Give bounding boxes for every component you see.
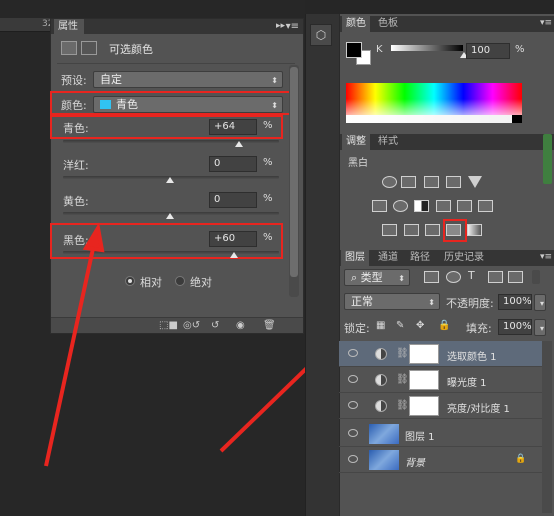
- opacity-input[interactable]: 100%: [498, 294, 532, 310]
- layer-mask-thumbnail[interactable]: [409, 370, 439, 390]
- adjustments-tabbar: [340, 134, 554, 150]
- layer-mask-thumbnail[interactable]: [409, 396, 439, 416]
- lock-label: 锁定:: [344, 322, 370, 335]
- gradient-map-icon[interactable]: [467, 224, 482, 236]
- vibrance-icon[interactable]: [468, 176, 482, 188]
- k-slider-track[interactable]: [391, 45, 463, 51]
- visibility-eye-icon[interactable]: [348, 429, 358, 437]
- adjustment-current: 黑白: [348, 158, 368, 169]
- lock-transparent-icon[interactable]: ▦: [376, 320, 385, 331]
- channel-mixer-icon[interactable]: [457, 200, 472, 212]
- fill-dropdown[interactable]: ▾: [534, 319, 546, 336]
- layer-row[interactable]: 图层 1: [339, 421, 542, 447]
- tab-swatches[interactable]: 色板: [374, 16, 402, 32]
- blend-mode-dropdown[interactable]: 正常 ⬍: [344, 293, 440, 310]
- foreground-color-swatch[interactable]: [346, 42, 362, 58]
- dropdown-arrow-icon: ⬍: [398, 274, 405, 283]
- filter-adjustment-icon[interactable]: [446, 271, 461, 283]
- layer-row[interactable]: ⛓ 选取颜色 1: [339, 341, 542, 367]
- panel-menu-icon[interactable]: ▾≡: [540, 252, 552, 262]
- k-unit: %: [515, 44, 525, 55]
- filter-toggle[interactable]: [532, 270, 540, 284]
- layer-row[interactable]: 背景 🔒: [339, 447, 542, 473]
- layer-thumbnail[interactable]: [369, 424, 399, 444]
- adjustment-layer-icon: [375, 348, 387, 360]
- chevron-down-icon: ▾: [539, 324, 544, 333]
- filter-pixel-icon[interactable]: [424, 271, 439, 283]
- threshold-icon[interactable]: [425, 224, 440, 236]
- color-balance-icon[interactable]: [393, 200, 408, 212]
- k-value-input[interactable]: 100: [466, 43, 510, 59]
- link-icon[interactable]: ⛓: [396, 400, 409, 411]
- dock-topbar: [305, 0, 339, 14]
- black-swatch[interactable]: [512, 115, 522, 123]
- visibility-eye-icon[interactable]: [348, 349, 358, 357]
- tab-adjustments[interactable]: 调整: [342, 134, 370, 150]
- highlight-box-selective-color: [443, 219, 467, 242]
- curves-icon[interactable]: [424, 176, 439, 188]
- layer-name[interactable]: 选取颜色 1: [447, 348, 497, 363]
- tab-history[interactable]: 历史记录: [440, 250, 488, 266]
- lock-move-icon[interactable]: ✥: [416, 320, 424, 331]
- 3d-panel-icon[interactable]: ⬡: [310, 24, 332, 46]
- opacity-label: 不透明度:: [446, 297, 494, 310]
- visibility-eye-icon[interactable]: [348, 375, 358, 383]
- layer-filter-dropdown[interactable]: ⌕ 类型 ⬍: [344, 269, 410, 286]
- posterize-icon[interactable]: [404, 224, 419, 236]
- fill-label: 填充:: [466, 322, 492, 335]
- layer-name[interactable]: 曝光度 1: [447, 374, 487, 389]
- panel-dock-strip: [305, 0, 339, 516]
- filter-value: 类型: [360, 271, 383, 284]
- tab-channels[interactable]: 通道: [374, 250, 402, 266]
- color-panel-tabbar: [340, 16, 554, 32]
- white-ramp[interactable]: [346, 115, 512, 123]
- adjustment-layer-icon: [375, 374, 387, 386]
- fill-input[interactable]: 100%: [498, 319, 532, 335]
- layer-name[interactable]: 图层 1: [405, 428, 435, 443]
- filter-smart-icon[interactable]: [508, 271, 523, 283]
- adjustments-scrollbar[interactable]: [543, 134, 552, 184]
- color-lookup-icon[interactable]: [478, 200, 493, 212]
- panel-menu-icon[interactable]: ▾≡: [540, 18, 552, 28]
- lock-paint-icon[interactable]: ✎: [396, 320, 404, 331]
- tab-paths[interactable]: 路径: [406, 250, 434, 266]
- chevron-down-icon: ▾: [539, 299, 544, 308]
- visibility-eye-icon[interactable]: [348, 401, 358, 409]
- layer-row[interactable]: ⛓ 曝光度 1: [339, 367, 542, 393]
- layer-mask-thumbnail[interactable]: [409, 344, 439, 364]
- link-icon[interactable]: ⛓: [396, 348, 409, 359]
- lock-all-icon[interactable]: 🔒: [438, 320, 450, 331]
- tab-color[interactable]: 颜色: [342, 16, 370, 32]
- right-topbar: [339, 0, 554, 14]
- layers-scrollbar[interactable]: [542, 341, 552, 513]
- filter-type-icon[interactable]: T: [468, 269, 475, 282]
- visibility-eye-icon[interactable]: [348, 455, 358, 463]
- exposure-icon[interactable]: [446, 176, 461, 188]
- invert-icon[interactable]: [382, 224, 397, 236]
- arrow-left-1-head: [82, 222, 105, 253]
- layer-name[interactable]: 亮度/对比度 1: [447, 400, 510, 415]
- layer-row[interactable]: ⛓ 亮度/对比度 1: [339, 393, 542, 419]
- lock-icon: 🔒: [515, 454, 527, 464]
- hue-saturation-icon[interactable]: [372, 200, 387, 212]
- tab-layers[interactable]: 图层: [341, 250, 369, 266]
- black-white-icon[interactable]: [414, 200, 429, 212]
- link-icon[interactable]: ⛓: [396, 374, 409, 385]
- filter-shape-icon[interactable]: [488, 271, 503, 283]
- brightness-icon[interactable]: [382, 176, 397, 188]
- layer-thumbnail[interactable]: [369, 450, 399, 470]
- tab-styles[interactable]: 样式: [374, 134, 402, 150]
- search-icon: ⌕: [351, 271, 361, 284]
- levels-icon[interactable]: [401, 176, 416, 188]
- dropdown-arrow-icon: ⬍: [428, 298, 435, 307]
- layer-name[interactable]: 背景: [405, 454, 425, 469]
- photo-filter-icon[interactable]: [436, 200, 451, 212]
- blend-mode-value: 正常: [351, 295, 373, 308]
- channel-label: K: [376, 44, 383, 55]
- opacity-dropdown[interactable]: ▾: [534, 294, 546, 311]
- adjustment-layer-icon: [375, 400, 387, 412]
